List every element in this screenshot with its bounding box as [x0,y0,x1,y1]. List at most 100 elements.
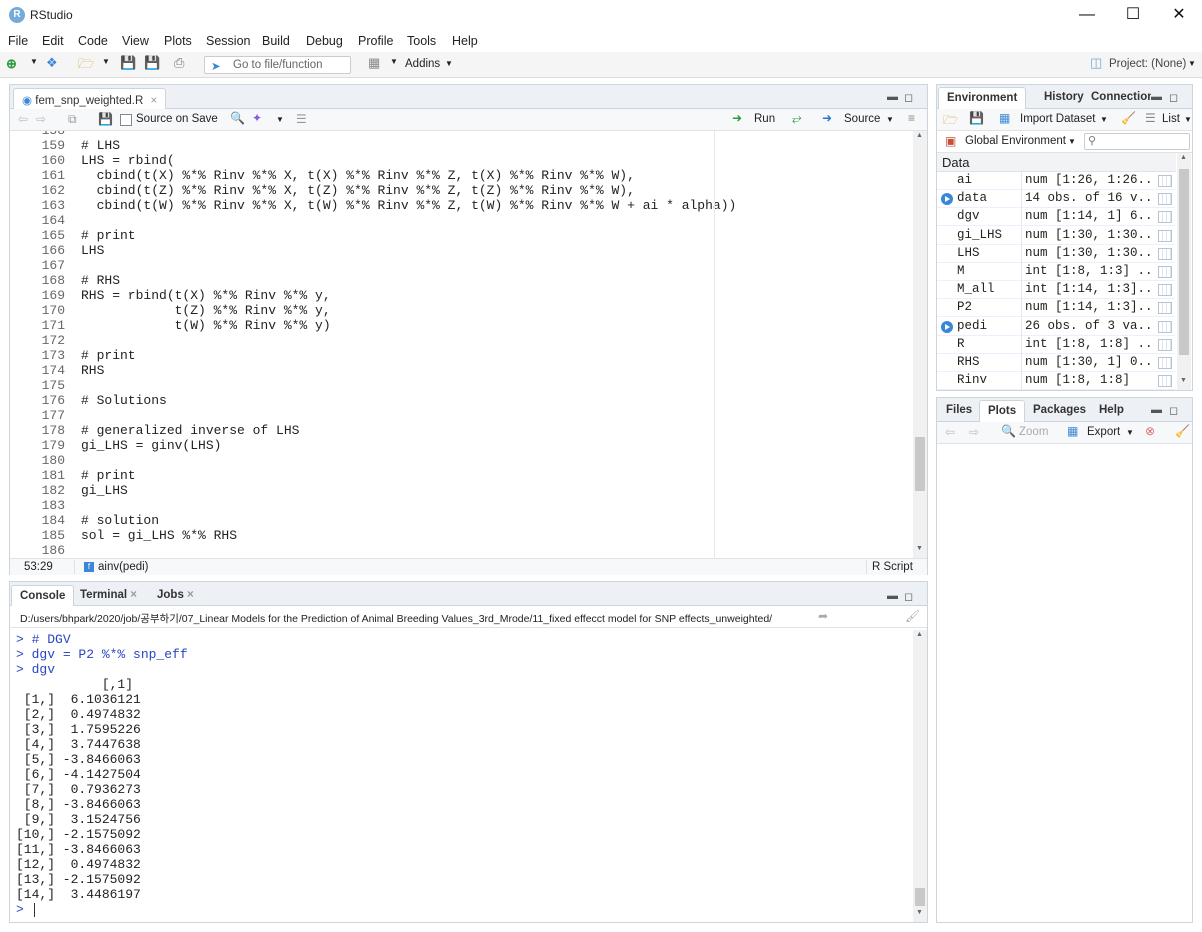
broom-icon[interactable]: 🧹 [1175,424,1190,438]
maximize-pane-icon[interactable]: ◻ [1169,404,1178,417]
tab-environment[interactable]: Environment [938,87,1027,109]
scroll-down-icon[interactable]: ▼ [1180,377,1187,384]
environment-row[interactable]: data 14 obs. of 16 v... [937,190,1175,209]
code-editor[interactable]: 158159 # LHS 160 LHS = rbind(161 cbind(t(X)… [10,131,912,558]
menu-tools[interactable]: Tools [407,34,436,48]
view-grid-icon[interactable] [1158,338,1172,351]
scroll-up-icon[interactable]: ▲ [1180,154,1187,161]
minimize-pane-icon[interactable]: ▬ [887,91,898,103]
minimize-pane-icon[interactable]: ▬ [1151,91,1162,103]
environment-row[interactable]: RHS num [1:30, 1] 0... [937,354,1175,372]
document-outline-icon[interactable]: ☰ [296,112,307,126]
open-folder-icon[interactable]: 🗁 [78,55,94,77]
function-navigator[interactable]: ainv(pedi) [98,561,149,573]
environment-row[interactable]: gi_LHS num [1:30, 1:30... [937,226,1175,245]
chevron-down-icon[interactable]: ▼ [1100,115,1108,124]
chevron-down-icon[interactable]: ▼ [1068,137,1076,146]
view-grid-icon[interactable] [1158,320,1172,333]
editor-scrollbar[interactable]: ▲ ▼ [913,131,927,558]
tab-fem-snp-weighted[interactable]: ◉ fem_snp_weighted.R × [13,88,167,110]
view-grid-icon[interactable] [1158,266,1172,278]
magic-wand-icon[interactable]: ✦ [252,111,262,125]
menu-help[interactable]: Help [452,34,478,48]
environment-row[interactable]: Rint [1:8, 1:8] ... [937,335,1175,354]
menu-edit[interactable]: Edit [42,34,64,48]
view-grid-icon[interactable] [1158,229,1172,242]
new-file-icon[interactable]: ⊕ [6,56,17,72]
environment-row[interactable]: P2 num [1:14, 1:3]... [937,299,1175,318]
menu-view[interactable]: View [122,34,149,48]
scroll-thumb[interactable] [915,888,925,906]
project-menu[interactable]: Project: (None) [1109,58,1186,70]
scroll-thumb[interactable] [1179,169,1189,355]
export-button[interactable]: Export [1087,426,1120,438]
close-tab-icon[interactable]: × [151,95,158,107]
import-dataset-button[interactable]: Import Dataset [1020,113,1095,125]
scroll-down-icon[interactable]: ▼ [916,909,923,916]
load-workspace-icon[interactable]: 🗁 [943,111,958,132]
menu-file[interactable]: File [8,34,28,48]
goto-file-input[interactable]: ➤ Go to file/function [204,56,351,74]
save-icon[interactable]: 💾 [98,112,113,126]
forward-arrow-icon[interactable]: ⇨ [36,112,46,126]
console-scrollbar[interactable]: ▲ ▼ [913,630,927,922]
environment-row[interactable]: ai num [1:26, 1:26... [937,172,1175,190]
chevron-down-icon[interactable]: ▼ [886,115,894,124]
maximize-pane-icon[interactable]: ◻ [904,91,913,104]
chevron-down-icon[interactable]: ▼ [1126,428,1134,437]
menu-session[interactable]: Session [206,34,250,48]
list-view-button[interactable]: List [1162,113,1180,125]
scroll-down-icon[interactable]: ▼ [916,545,923,552]
save-all-icon[interactable]: 💾 [144,55,160,71]
back-arrow-icon[interactable]: ⇦ [945,425,955,439]
go-to-directory-icon[interactable]: ➦ [818,609,828,623]
broom-icon[interactable]: 🧹 [1121,111,1136,125]
menu-lines-icon[interactable]: ≡ [908,111,915,125]
menu-build[interactable]: Build [262,34,290,48]
tab-files[interactable]: Files [938,400,980,422]
view-grid-icon[interactable] [1158,175,1172,187]
tab-connections[interactable]: Connection [1083,87,1151,109]
view-grid-icon[interactable] [1158,284,1172,297]
scroll-thumb[interactable] [915,437,925,491]
chevron-down-icon[interactable]: ▼ [390,57,398,66]
view-grid-icon[interactable] [1158,193,1172,206]
close-tab-icon[interactable]: × [130,589,137,601]
chevron-down-icon[interactable]: ▼ [276,115,284,124]
forward-arrow-icon[interactable]: ⇨ [969,425,979,439]
back-arrow-icon[interactable]: ⇦ [18,112,28,126]
run-button[interactable]: Run [754,113,775,125]
expand-icon[interactable] [941,320,953,333]
search-icon[interactable]: 🔍 [230,111,245,125]
zoom-button[interactable]: Zoom [1019,426,1048,438]
environment-row[interactable]: LHS num [1:30, 1:30... [937,244,1175,263]
minimize-icon[interactable]: — [1064,0,1110,30]
print-icon[interactable]: ⎙ [174,55,184,71]
view-grid-icon[interactable] [1158,247,1172,260]
view-grid-icon[interactable] [1158,357,1172,369]
tab-packages[interactable]: Packages [1025,400,1094,422]
new-project-icon[interactable]: ❖ [46,55,58,71]
close-tab-icon[interactable]: × [187,589,194,601]
maximize-pane-icon[interactable]: ◻ [1169,91,1178,104]
maximize-pane-icon[interactable]: ◻ [904,590,913,603]
environment-row[interactable]: M_all int [1:14, 1:3]... [937,281,1175,300]
chevron-down-icon[interactable]: ▼ [30,57,38,66]
environment-search-input[interactable]: ⚲ [1084,133,1190,150]
environment-row[interactable]: Rinv num [1:8, 1:8] [937,372,1175,390]
environment-row[interactable]: Mint [1:8, 1:3] ... [937,263,1175,281]
tab-terminal[interactable]: Terminal × [72,585,145,607]
menu-debug[interactable]: Debug [306,34,343,48]
save-icon[interactable]: 💾 [120,55,136,71]
minimize-pane-icon[interactable]: ▬ [1151,404,1162,416]
tab-jobs[interactable]: Jobs × [149,585,202,607]
chevron-down-icon[interactable]: ▼ [445,59,453,68]
file-type-menu[interactable]: R Script [872,561,913,573]
grid-icon[interactable]: ▦ [368,55,380,71]
view-grid-icon[interactable] [1158,302,1172,315]
tab-help[interactable]: Help [1091,400,1132,422]
show-in-window-icon[interactable]: ⧉ [68,112,77,127]
environment-scope-select[interactable]: Global Environment [965,135,1066,147]
chevron-down-icon[interactable]: ▼ [102,57,110,66]
expand-icon[interactable] [941,193,953,206]
